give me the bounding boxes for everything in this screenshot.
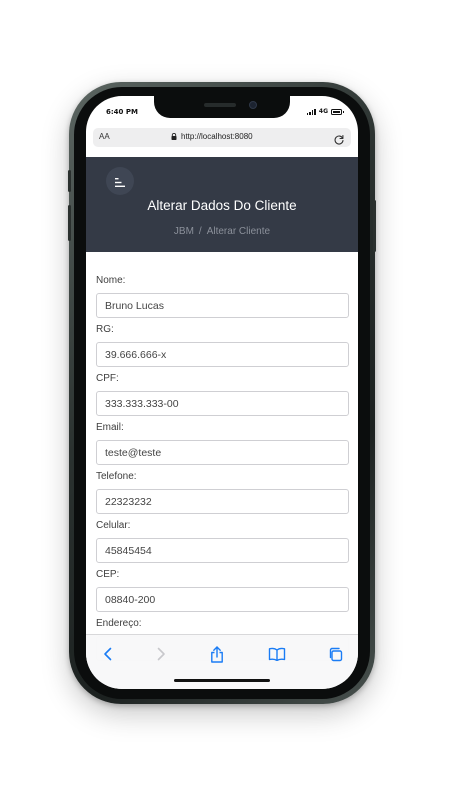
browser-toolbar	[86, 634, 358, 689]
bookmarks-icon[interactable]	[266, 643, 288, 665]
mobile-input[interactable]	[96, 538, 349, 563]
speaker	[204, 103, 236, 107]
forward-icon[interactable]	[150, 643, 172, 665]
mobile-label: Celular:	[96, 520, 131, 531]
camera	[249, 101, 257, 109]
cep-label: CEP:	[96, 569, 120, 580]
phone-screen: 6:40 PM 4G AA http://localhost:8080 Alte…	[86, 96, 358, 689]
status-time: 6:40 PM	[106, 108, 138, 116]
share-icon[interactable]	[206, 643, 228, 665]
tabs-icon[interactable]	[324, 643, 346, 665]
name-label: Nome:	[96, 275, 126, 286]
phone-side-button	[373, 200, 376, 252]
client-form: Nome: RG: CPF: Email: Telefone: Celular:…	[96, 274, 349, 666]
battery-icon	[331, 108, 344, 115]
notch	[154, 96, 290, 118]
phone-label: Telefone:	[96, 471, 137, 482]
signal-icon	[306, 108, 316, 115]
address-bar[interactable]: AA http://localhost:8080	[93, 128, 351, 147]
url-text: http://localhost:8080	[181, 132, 253, 141]
breadcrumb-home[interactable]: JBM	[174, 226, 194, 237]
cpf-input[interactable]	[96, 391, 349, 416]
menu-toggle-button[interactable]	[106, 167, 134, 195]
rg-input[interactable]	[96, 342, 349, 367]
cep-input[interactable]	[96, 587, 349, 612]
cpf-label: CPF:	[96, 373, 119, 384]
url-display[interactable]: http://localhost:8080	[171, 132, 253, 141]
text-size-button[interactable]: AA	[99, 132, 110, 141]
name-input[interactable]	[96, 293, 349, 318]
email-label: Email:	[96, 422, 124, 433]
phone-input[interactable]	[96, 489, 349, 514]
home-indicator[interactable]	[174, 679, 270, 682]
menu-icon	[114, 172, 126, 191]
lock-icon	[171, 132, 177, 140]
breadcrumb-separator: /	[198, 226, 202, 237]
page-header: Alterar Dados Do Cliente JBM / Alterar Cli…	[86, 157, 358, 252]
rg-label: RG:	[96, 324, 114, 335]
status-indicators: 4G	[306, 108, 344, 115]
reload-icon[interactable]	[333, 131, 345, 145]
breadcrumb: JBM / Alterar Cliente	[86, 226, 358, 237]
phone-volume-button	[68, 170, 71, 192]
back-icon[interactable]	[97, 643, 119, 665]
email-input[interactable]	[96, 440, 349, 465]
address-label: Endereço:	[96, 618, 142, 629]
phone-volume-button	[68, 205, 71, 241]
page-title: Alterar Dados Do Cliente	[147, 198, 297, 213]
breadcrumb-current: Alterar Cliente	[206, 226, 271, 237]
network-type: 4G	[318, 108, 328, 115]
